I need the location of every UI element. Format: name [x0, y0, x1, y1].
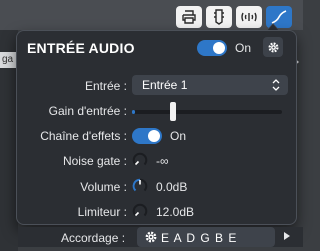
print-button[interactable] — [176, 6, 202, 28]
input-label: Entrée : — [84, 79, 127, 93]
tuning-value: E A D G B E — [161, 231, 238, 245]
play-arrow-icon[interactable] — [283, 231, 291, 241]
tuner-icon — [241, 12, 257, 22]
settings-button[interactable] — [263, 37, 283, 57]
power-state-label: On — [235, 41, 252, 55]
gain-label: Gain d'entrée : — [48, 104, 127, 118]
printer-icon — [182, 10, 196, 24]
panel-title: ENTRÉE AUDIO — [27, 40, 135, 56]
input-select-value: Entrée 1 — [142, 78, 188, 92]
tuning-label: Accordage : — [61, 231, 126, 245]
noise-gate-knob[interactable] — [132, 152, 148, 168]
gear-icon — [267, 41, 279, 53]
limiter-label: Limiteur : — [77, 205, 127, 219]
tuner-headstock-button[interactable] — [206, 6, 232, 28]
input-select[interactable]: Entrée 1 — [132, 75, 288, 95]
fx-chain-toggle[interactable] — [132, 128, 162, 144]
guitar-headstock-icon — [214, 9, 224, 25]
noise-gate-label: Noise gate : — [62, 154, 127, 168]
gain-slider-thumb[interactable] — [170, 102, 176, 121]
volume-knob[interactable] — [132, 178, 148, 194]
audio-input-panel: ENTRÉE AUDIO On Entrée : Entrée 1 Gain d… — [16, 30, 297, 225]
power-toggle[interactable] — [197, 40, 227, 56]
noise-gate-value: -∞ — [156, 154, 169, 168]
top-toolbar — [0, 0, 303, 30]
volume-label: Volume : — [80, 180, 127, 194]
toggle-knob — [213, 42, 225, 54]
limiter-value: 12.0dB — [156, 205, 195, 219]
gear-icon — [145, 231, 157, 243]
chevron-updown-icon — [272, 79, 280, 91]
gain-slider[interactable] — [132, 102, 282, 121]
fx-chain-state-label: On — [170, 129, 187, 143]
limiter-knob[interactable] — [132, 203, 148, 219]
fx-chain-label: Chaîne d'effets : — [40, 129, 127, 143]
toggle-knob — [148, 130, 160, 142]
volume-value: 0.0dB — [156, 180, 188, 194]
gain-slider-fill — [132, 110, 135, 114]
tuner-button[interactable] — [236, 6, 262, 28]
